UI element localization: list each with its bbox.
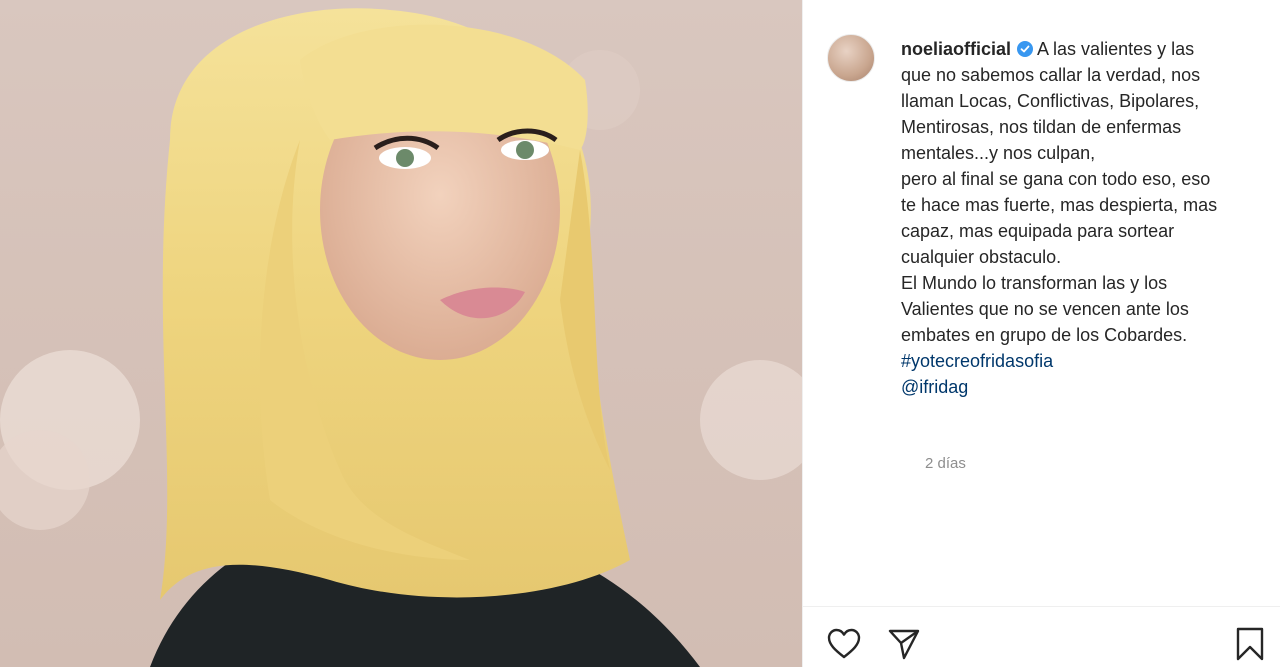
mention-link[interactable]: @ifridag bbox=[901, 374, 1261, 400]
caption-line: capaz, mas equipada para sortear bbox=[901, 221, 1175, 241]
caption-line: embates en grupo de los Cobardes. bbox=[901, 325, 1188, 345]
caption-line: llaman Locas, Conflictivas, Bipolares, bbox=[901, 91, 1200, 111]
caption-line: Valientes que no se vencen ante los bbox=[901, 299, 1189, 319]
post-timestamp[interactable]: 2 días bbox=[925, 455, 966, 472]
post-caption: noeliaofficial A las valientes y las que … bbox=[901, 36, 1261, 400]
caption-line: te hace mas fuerte, mas despierta, mas bbox=[901, 195, 1218, 215]
post-image[interactable] bbox=[0, 0, 802, 667]
bookmark-icon[interactable] bbox=[1231, 625, 1269, 663]
caption-line: pero al final se gana con todo eso, eso bbox=[901, 169, 1211, 189]
hashtag-link[interactable]: #yotecreofridasofia bbox=[901, 348, 1261, 374]
heart-icon[interactable] bbox=[825, 625, 863, 663]
avatar[interactable] bbox=[827, 34, 875, 82]
post-actions-bar bbox=[803, 606, 1280, 668]
caption-line: que no sabemos callar la verdad, nos bbox=[901, 65, 1201, 85]
verified-badge-icon bbox=[1017, 41, 1034, 57]
caption-line: mentales...y nos culpan, bbox=[901, 143, 1096, 163]
paper-plane-icon[interactable] bbox=[885, 625, 923, 663]
caption-line: El Mundo lo transforman las y los bbox=[901, 273, 1168, 293]
caption-line: Mentirosas, nos tildan de enfermas bbox=[901, 117, 1182, 137]
author-username[interactable]: noeliaofficial bbox=[901, 39, 1011, 59]
post-side-panel: noeliaofficial A las valientes y las que … bbox=[803, 0, 1280, 667]
caption-line: A las valientes y las bbox=[1037, 39, 1195, 59]
caption-line: cualquier obstaculo. bbox=[901, 247, 1062, 267]
